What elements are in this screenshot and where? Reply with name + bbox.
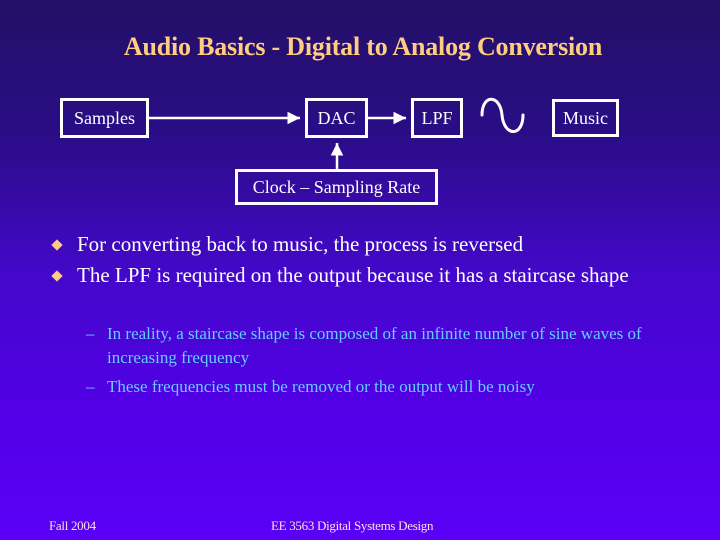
diamond-bullet-icon (51, 239, 63, 251)
sub-bullet-item: – In reality, a staircase shape is compo… (86, 322, 686, 370)
sub-bullet-text: These frequencies must be removed or the… (107, 377, 535, 396)
samples-block: Samples (60, 98, 149, 138)
bullet-text: For converting back to music, the proces… (77, 232, 524, 256)
music-block: Music (552, 99, 619, 137)
dash-marker: – (86, 324, 95, 343)
dac-block: DAC (305, 98, 368, 138)
footer-date: Fall 2004 (49, 518, 96, 533)
bullet-text: The LPF is required on the output becaus… (77, 263, 629, 287)
sub-bullet-text: In reality, a staircase shape is compose… (107, 324, 642, 367)
lpf-block: LPF (411, 98, 463, 138)
bullet-list: For converting back to music, the proces… (51, 229, 672, 291)
slide-title: Audio Basics - Digital to Analog Convers… (123, 32, 603, 61)
diamond-bullet-icon (51, 270, 63, 282)
sine-wave-icon (480, 97, 525, 133)
dash-marker: – (86, 377, 95, 396)
sub-bullet-list: – In reality, a staircase shape is compo… (86, 322, 686, 404)
bullet-item: For converting back to music, the proces… (51, 229, 672, 260)
clock-sampling-rate-block: Clock – Sampling Rate (235, 169, 438, 205)
footer-course: EE 3563 Digital Systems Design (271, 518, 434, 533)
sub-bullet-item: – These frequencies must be removed or t… (86, 375, 686, 399)
bullet-item: The LPF is required on the output becaus… (51, 260, 672, 291)
